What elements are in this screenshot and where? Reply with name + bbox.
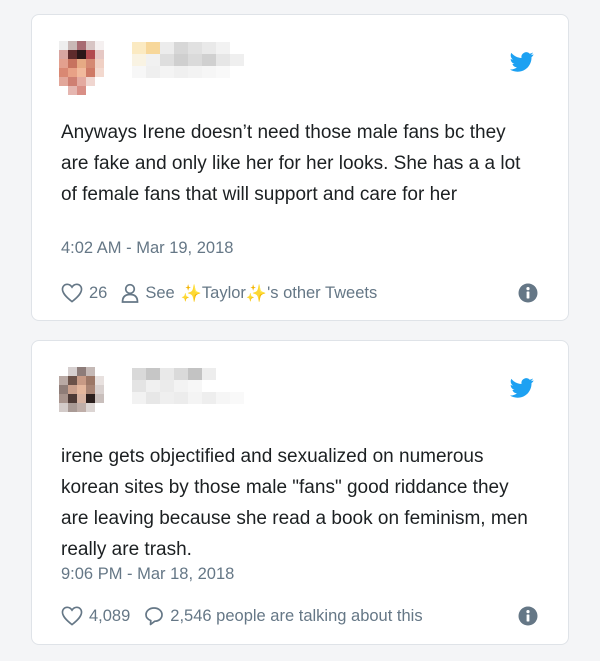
talking-count: 2,546 people are talking about this <box>170 606 423 625</box>
tweet-card-1[interactable]: Anyways Irene doesn’t need those male fa… <box>31 14 569 321</box>
twitter-bird-icon[interactable] <box>510 377 534 399</box>
see-label: See <box>145 283 175 302</box>
see-other-tweets-link[interactable]: See ✨ Taylor ✨ 's other Tweets <box>121 283 377 303</box>
author-name-pixelated[interactable] <box>132 368 282 418</box>
tweet-text: Anyways Irene doesn’t need those male fa… <box>61 122 521 205</box>
author-name-pixelated[interactable] <box>132 42 282 92</box>
heart-icon <box>61 283 83 303</box>
tweet-card-2[interactable]: irene gets objectified and sexualized on… <box>31 340 569 645</box>
avatar-pixelated[interactable] <box>59 41 113 95</box>
avatar-pixelated[interactable] <box>59 367 113 421</box>
talking-about-link[interactable]: 2,546 people are talking about this <box>144 606 423 626</box>
speech-bubble-icon <box>145 607 164 626</box>
like-button[interactable]: 26 <box>61 283 107 303</box>
tweet-timestamp[interactable]: 4:02 AM - Mar 19, 2018 <box>61 239 233 258</box>
heart-icon <box>61 606 83 626</box>
like-count: 4,089 <box>89 606 131 625</box>
info-icon[interactable] <box>518 606 538 626</box>
like-count: 26 <box>89 283 108 302</box>
sparkle-emoji: ✨ <box>245 283 268 303</box>
person-icon <box>122 283 139 303</box>
twitter-bird-icon[interactable] <box>510 51 534 73</box>
profile-name: Taylor <box>201 283 246 302</box>
other-tweets-label: 's other Tweets <box>267 283 378 302</box>
tweet-actions: 4,089 2,546 people are talking about thi… <box>61 603 538 629</box>
tweet-timestamp[interactable]: 9:06 PM - Mar 18, 2018 <box>61 565 234 584</box>
sparkle-emoji: ✨ <box>180 283 202 303</box>
info-icon[interactable] <box>518 283 538 303</box>
tweet-text: irene gets objectified and sexualized on… <box>61 446 528 560</box>
like-button[interactable]: 4,089 <box>61 606 130 626</box>
tweet-actions: 26 See ✨ Taylor ✨ 's other Tweets <box>61 280 538 306</box>
